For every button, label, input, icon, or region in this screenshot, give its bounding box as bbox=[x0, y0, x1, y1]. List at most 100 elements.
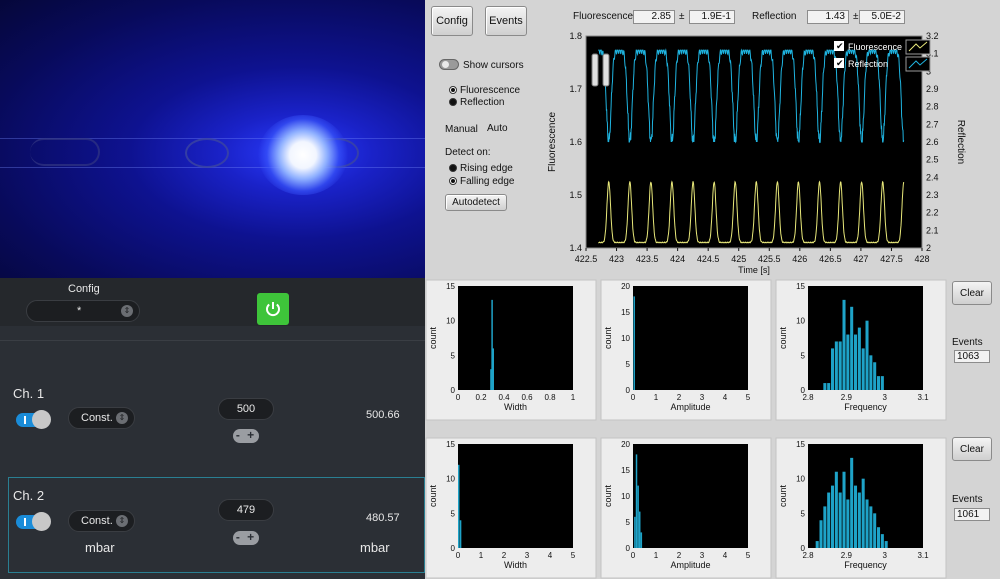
config-select[interactable]: * ⇕ bbox=[26, 300, 140, 322]
autodetect-button[interactable]: Autodetect bbox=[445, 194, 507, 211]
radio-rising-edge[interactable] bbox=[449, 164, 457, 172]
y-right-tick-label: 2.1 bbox=[926, 225, 939, 235]
x-tick-label: 2 bbox=[677, 551, 682, 560]
ch2-mode-select[interactable]: Const. ⇕ bbox=[68, 510, 135, 532]
y-tick-label: 1.7 bbox=[569, 84, 582, 94]
x-tick-label: 2 bbox=[502, 551, 507, 560]
falling-edge-label: Falling edge bbox=[460, 176, 515, 187]
x-tick-label: 1 bbox=[654, 551, 659, 560]
y-tick-label: 5 bbox=[626, 360, 631, 369]
x-tick-label: 0 bbox=[456, 393, 461, 402]
radio-falling-edge[interactable] bbox=[449, 177, 457, 185]
histogram-bar bbox=[877, 527, 881, 548]
y-axis-label: count bbox=[428, 326, 438, 349]
x-tick-label: 2.9 bbox=[841, 551, 853, 560]
histogram-amplitude-1: 0 1 2 3 4 5 0 5 10 15 20 Amplitude count bbox=[600, 279, 772, 421]
histogram-bar bbox=[823, 506, 827, 548]
x-tick-label: 4 bbox=[723, 393, 728, 402]
histogram-bar bbox=[877, 376, 881, 390]
x-axis-label: Width bbox=[504, 402, 527, 412]
x-tick-label: 0 bbox=[456, 551, 461, 560]
y-right-tick-label: 2.5 bbox=[926, 155, 939, 165]
show-cursors-toggle[interactable] bbox=[439, 59, 459, 70]
x-tick-label: 424 bbox=[670, 254, 685, 264]
x-tick-label: 426.5 bbox=[819, 254, 842, 264]
ch2-enable-toggle[interactable] bbox=[16, 512, 51, 531]
x-tick-label: 5 bbox=[746, 551, 751, 560]
x-tick-label: 3 bbox=[882, 551, 887, 560]
y-axis-label: count bbox=[603, 484, 613, 507]
auto-label[interactable]: Auto bbox=[487, 123, 508, 134]
y-tick-label: 10 bbox=[796, 317, 805, 326]
histogram-bar bbox=[854, 334, 858, 390]
x-tick-label: 2 bbox=[677, 393, 682, 402]
x-tick-label: 3 bbox=[525, 551, 530, 560]
ch2-stepper[interactable]: - + bbox=[233, 531, 259, 545]
x-axis-label: Frequency bbox=[844, 560, 887, 570]
ch1-mode-select[interactable]: Const. ⇕ bbox=[68, 407, 135, 429]
x-tick-label: 427 bbox=[853, 254, 868, 264]
y-right-tick-label: 2.4 bbox=[926, 172, 939, 182]
x-tick-label: 4 bbox=[548, 551, 553, 560]
histogram-bar bbox=[842, 471, 846, 548]
x-tick-label: 425.5 bbox=[758, 254, 781, 264]
rising-edge-label: Rising edge bbox=[460, 163, 513, 174]
histogram-width-2: 0 1 2 3 4 5 0 5 10 15 Width count bbox=[425, 437, 597, 579]
manual-label[interactable]: Manual bbox=[445, 124, 478, 135]
y-tick-label: 0 bbox=[451, 386, 456, 395]
radio-fluorescence[interactable] bbox=[449, 86, 457, 94]
histogram-bar bbox=[884, 541, 888, 548]
x-tick-label: 425 bbox=[731, 254, 746, 264]
y-tick-label: 10 bbox=[621, 334, 630, 343]
y-right-tick-label: 2.2 bbox=[926, 208, 939, 218]
y-tick-label: 10 bbox=[621, 492, 630, 501]
radio-reflection[interactable] bbox=[449, 98, 457, 106]
cursor-handle[interactable] bbox=[591, 53, 599, 87]
chevron-updown-icon: ⇕ bbox=[116, 515, 128, 527]
ch1-setpoint-input[interactable]: 500 bbox=[218, 398, 274, 420]
x-tick-label: 0.6 bbox=[521, 393, 533, 402]
svg-text:✔: ✔ bbox=[836, 58, 844, 68]
y-tick-label: 5 bbox=[801, 509, 806, 518]
reflection-label: Reflection bbox=[752, 11, 797, 22]
y-right-tick-label: 2.7 bbox=[926, 119, 939, 129]
radio-reflection-label: Reflection bbox=[460, 97, 505, 108]
y-tick-label: 5 bbox=[451, 351, 456, 360]
ch1-enable-toggle[interactable] bbox=[16, 410, 51, 429]
x-tick-label: 3.1 bbox=[917, 393, 929, 402]
histogram-bar bbox=[850, 306, 854, 390]
y-tick-label: 0 bbox=[801, 544, 806, 553]
y-axis-label: count bbox=[778, 484, 788, 507]
y-tick-label: 1.4 bbox=[569, 243, 582, 253]
x-tick-label: 3 bbox=[700, 393, 705, 402]
cursor-handle[interactable] bbox=[602, 53, 610, 87]
fluorescence-label: Fluorescence bbox=[573, 11, 634, 22]
power-icon bbox=[266, 302, 280, 317]
svg-text:✔: ✔ bbox=[836, 41, 844, 51]
histogram-bar bbox=[865, 499, 869, 548]
config-button[interactable]: Config bbox=[431, 6, 473, 36]
events-button[interactable]: Events bbox=[485, 6, 527, 36]
histogram-bar bbox=[880, 534, 884, 548]
y-tick-label: 0 bbox=[626, 544, 631, 553]
pressure-controller-panel: Config * ⇕ Ch. 1 Const. ⇕ 500 - + 500.66… bbox=[0, 278, 425, 579]
ch2-setpoint-input[interactable]: 479 bbox=[218, 499, 274, 521]
x-tick-label: 0 bbox=[631, 551, 636, 560]
ch1-stepper[interactable]: - + bbox=[233, 429, 259, 443]
y-tick-label: 15 bbox=[446, 440, 455, 449]
y-right-axis-label: Reflection bbox=[955, 120, 966, 164]
histogram-bar bbox=[869, 355, 873, 390]
x-tick-label: 423.5 bbox=[636, 254, 659, 264]
x-tick-label: 0 bbox=[631, 393, 636, 402]
x-axis-label: Amplitude bbox=[670, 402, 710, 412]
y-tick-label: 0 bbox=[801, 386, 806, 395]
histogram-bar bbox=[633, 296, 635, 390]
x-tick-label: 4 bbox=[723, 551, 728, 560]
x-tick-label: 5 bbox=[571, 551, 576, 560]
power-button[interactable] bbox=[257, 293, 289, 325]
histogram-bar bbox=[831, 485, 835, 548]
histogram-bar bbox=[638, 511, 641, 548]
histogram-bar bbox=[880, 376, 884, 390]
x-tick-label: 1 bbox=[479, 551, 484, 560]
pm-sign: ± bbox=[679, 11, 685, 22]
